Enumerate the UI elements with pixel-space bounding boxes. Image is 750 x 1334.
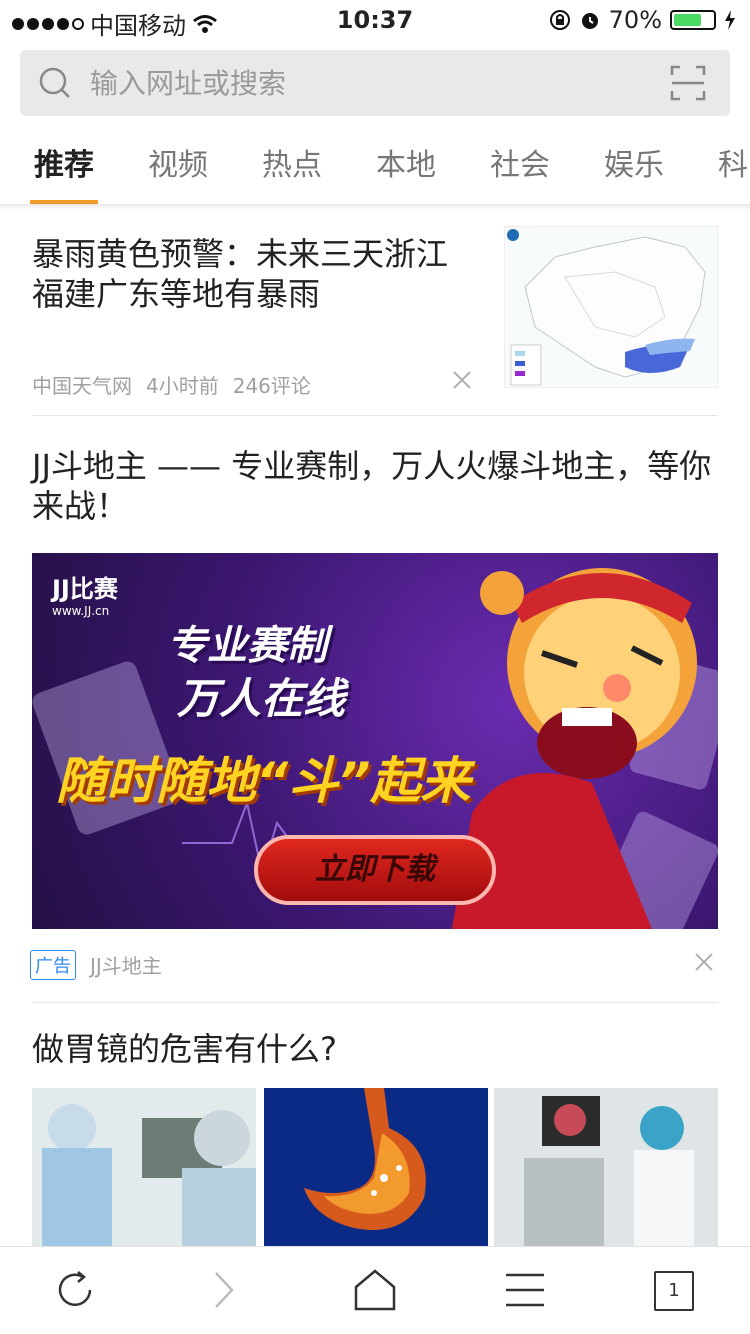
dismiss-ad-icon[interactable] [694, 952, 714, 972]
scan-qr-icon[interactable] [670, 65, 706, 101]
tab-hot[interactable]: 热点 [262, 140, 322, 184]
search-input[interactable] [90, 60, 650, 106]
search-icon [39, 67, 70, 98]
weather-map-thumbnail[interactable] [504, 226, 718, 388]
tab-entertainment[interactable]: 娱乐 [604, 140, 664, 184]
status-bar: 中国移动 10:37 70% [0, 0, 750, 40]
ad-logo: JJ比赛 www.JJ.cn [52, 569, 118, 618]
bottom-toolbar: 1 [0, 1246, 750, 1334]
search-bar[interactable] [20, 50, 730, 116]
browser-page: 中国移动 10:37 70% 输入网址或搜索 推荐 视频 热点 本地 社会 娱乐… [0, 0, 750, 1334]
divider [32, 1002, 718, 1003]
tabs-shadow [0, 204, 750, 210]
tab-society[interactable]: 社会 [490, 140, 550, 184]
weather-map-image [505, 227, 717, 387]
stomach-photo [264, 1088, 488, 1248]
tab-recommend[interactable]: 推荐 [34, 140, 94, 184]
ad-badge: 广告 [30, 950, 76, 980]
tab-video[interactable]: 视频 [148, 140, 208, 184]
article-comments: 246评论 [232, 374, 311, 398]
ad-line-1: 专业赛制 [167, 623, 327, 669]
alarm-icon [581, 13, 598, 29]
divider [32, 415, 718, 416]
ad-logo-url: www.JJ.cn [52, 604, 110, 618]
tab-local[interactable]: 本地 [376, 140, 436, 184]
article-photo-1[interactable] [32, 1088, 256, 1248]
charging-icon [725, 10, 735, 30]
ad-logo-text: JJ比赛 [52, 575, 118, 603]
rotation-lock-icon [549, 10, 570, 30]
battery-icon [670, 10, 716, 30]
article-source: 中国天气网 [32, 374, 132, 398]
ad-download-button[interactable]: 立即下载 [254, 835, 496, 905]
ad-source: JJ斗地主 [90, 954, 162, 978]
category-tabs: 推荐 视频 热点 本地 社会 娱乐 科 [0, 126, 750, 206]
tab-tech[interactable]: 科 [718, 140, 748, 184]
ad-line-3: 随时随地“斗”起来 [56, 752, 471, 810]
article-meta: 中国天气网 4小时前 246评论 [32, 370, 311, 399]
menu-icon[interactable] [504, 1267, 546, 1313]
article-title[interactable]: 暴雨黄色预警：未来三天浙江福建广东等地有暴雨 [32, 234, 472, 314]
endoscopy-room-photo [494, 1088, 718, 1248]
article-photo-3[interactable] [494, 1088, 718, 1248]
ad-banner[interactable]: JJ比赛 www.JJ.cn 专业赛制 万人在线 随时随地“斗”起来 立即下载 [32, 553, 718, 929]
ad-title[interactable]: JJ斗地主 —— 专业赛制，万人火爆斗地主，等你来战！ [32, 446, 718, 526]
article-time: 4小时前 [146, 374, 219, 398]
article-photo-2[interactable] [264, 1088, 488, 1248]
status-right: 70% [549, 6, 736, 34]
article-title[interactable]: 做胃镜的危害有什么? [32, 1024, 337, 1070]
forward-icon[interactable] [208, 1267, 238, 1313]
ad-line-2: 万人在线 [177, 674, 346, 723]
dismiss-icon[interactable] [452, 370, 472, 390]
doctors-photo [32, 1088, 256, 1248]
refresh-icon[interactable] [52, 1267, 98, 1313]
battery-percent: 70% [608, 6, 662, 34]
home-icon[interactable] [352, 1267, 398, 1313]
tabs-count-button[interactable]: 1 [654, 1271, 694, 1311]
